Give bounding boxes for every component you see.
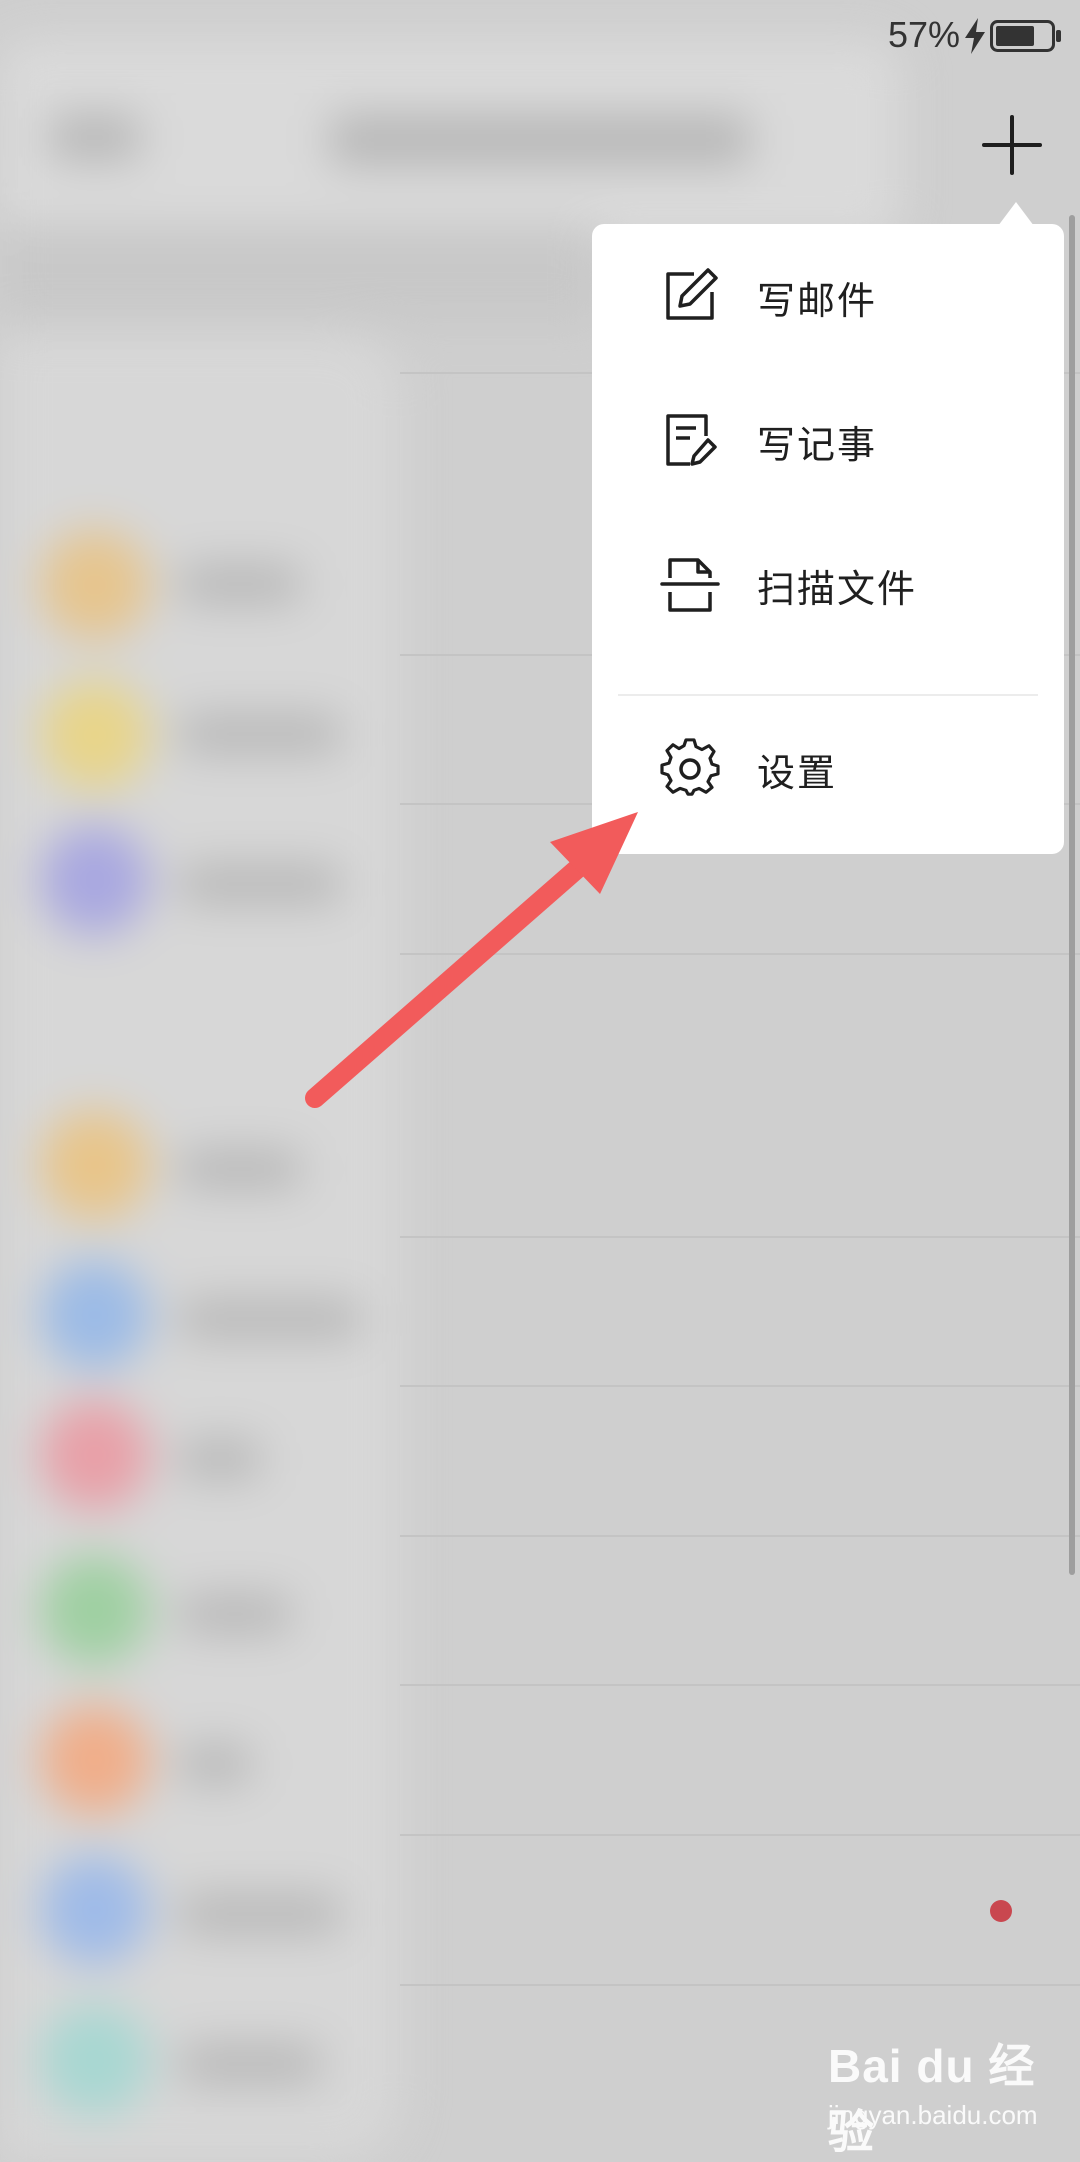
blurred-text	[180, 565, 300, 603]
menu-item-label: 写记事	[757, 423, 878, 467]
blurred-text	[180, 1300, 360, 1338]
scan-document-icon	[660, 558, 720, 612]
blurred-text	[180, 1440, 260, 1478]
blurred-avatar	[40, 1555, 150, 1665]
baidu-jingyan-watermark: Bai du 经验 jingyan.baidu.com	[828, 2030, 1068, 2158]
blurred-avatar	[40, 1855, 150, 1965]
menu-item-label: 设置	[757, 751, 838, 795]
charging-icon	[965, 18, 985, 54]
menu-item-compose-email[interactable]: 写邮件	[592, 224, 1064, 368]
list-divider	[400, 953, 1080, 955]
blurred-text	[180, 865, 340, 903]
list-divider	[400, 1834, 1080, 1836]
watermark-url: jingyan.baidu.com	[828, 2100, 1038, 2130]
blurred-header-text	[330, 115, 750, 165]
plus-icon[interactable]	[980, 113, 1044, 177]
scrollbar[interactable]	[1069, 215, 1075, 1575]
add-popup-menu: 写邮件 写记事 扫描文件 设置	[592, 224, 1064, 854]
battery-percentage: 57%	[888, 14, 961, 55]
menu-item-write-note[interactable]: 写记事	[592, 368, 1064, 512]
list-divider	[400, 1984, 1080, 1986]
app-screen: 57% 写邮件 写记事 扫描文件 设置 Bai du 经验 jingyan.ba…	[0, 0, 1080, 2160]
blurred-avatar	[40, 530, 150, 640]
list-divider	[400, 1385, 1080, 1387]
blurred-header-text	[50, 115, 140, 160]
blurred-text	[180, 2045, 320, 2083]
menu-item-scan-document[interactable]: 扫描文件	[592, 512, 1064, 656]
watermark-logo: Bai du 经验	[828, 2040, 1036, 2158]
blurred-subheader	[0, 225, 600, 325]
compose-edit-icon	[666, 268, 718, 320]
blurred-avatar	[40, 1110, 150, 1220]
gear-icon	[660, 738, 720, 796]
unread-indicator-dot	[990, 1900, 1012, 1922]
blurred-avatar	[40, 1705, 150, 1815]
blurred-text	[180, 1745, 250, 1783]
blurred-avatar	[40, 680, 150, 790]
blurred-text	[180, 715, 340, 753]
list-divider	[400, 1236, 1080, 1238]
blurred-avatar	[40, 825, 150, 935]
blurred-avatar	[40, 1260, 150, 1370]
blurred-avatar	[40, 1400, 150, 1510]
list-divider	[400, 1535, 1080, 1537]
blurred-text	[180, 1150, 300, 1188]
blurred-avatar	[40, 2005, 150, 2115]
popup-pointer	[998, 202, 1034, 226]
blurred-text	[180, 1895, 340, 1933]
battery-icon	[990, 20, 1061, 52]
menu-item-label: 写邮件	[757, 279, 878, 323]
list-divider	[400, 1684, 1080, 1686]
blurred-text	[180, 1595, 290, 1633]
note-edit-icon	[666, 414, 717, 466]
menu-item-settings[interactable]: 设置	[592, 696, 1064, 846]
status-bar: 57%	[0, 0, 1080, 72]
menu-item-label: 扫描文件	[757, 567, 918, 611]
